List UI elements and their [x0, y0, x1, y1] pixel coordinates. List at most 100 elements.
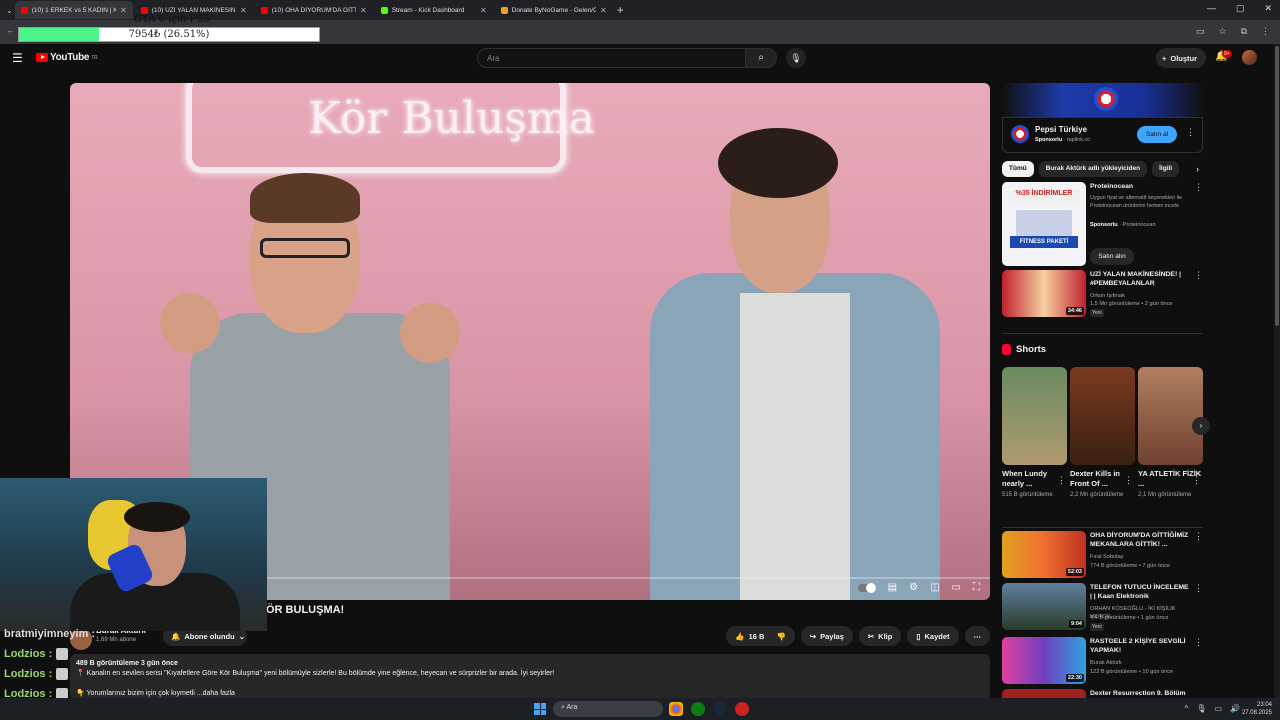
menu-hamburger-icon[interactable]: ☰	[12, 51, 23, 65]
divider	[1002, 333, 1203, 334]
steam-icon[interactable]	[713, 702, 727, 716]
minimize-button[interactable]: —	[1207, 3, 1216, 14]
more-actions-button[interactable]: ⋯	[964, 626, 990, 646]
more-options-icon[interactable]: ⋮	[1194, 182, 1203, 193]
windows-start-icon[interactable]	[534, 703, 546, 715]
search-button[interactable]: ⌕	[745, 48, 777, 68]
more-options-icon[interactable]: ⋮	[1194, 270, 1203, 281]
scrollbar-thumb[interactable]	[1275, 46, 1279, 326]
video-title: ÖR BULUŞMA!	[266, 604, 345, 616]
shorts-logo-icon	[1002, 344, 1011, 355]
close-window-button[interactable]: ✕	[1264, 3, 1272, 14]
maximize-button[interactable]: ▢	[1236, 3, 1245, 14]
promo-sponsored: Sponsorlu · Proteinocean	[1090, 222, 1156, 228]
extensions-icon[interactable]: ⧉	[1241, 26, 1247, 37]
xbox-icon[interactable]	[691, 702, 705, 716]
subtitles-icon[interactable]: ▤	[888, 582, 897, 593]
close-tab-icon[interactable]: ✕	[120, 6, 127, 15]
more-options-icon[interactable]: ⋮	[1194, 583, 1203, 594]
account-avatar[interactable]	[1242, 50, 1257, 65]
sidebar-video[interactable]: 52:03 OHA DİYORUM'DA GİTTİĞİMİZ MEKANLAR…	[1002, 531, 1203, 581]
close-tab-icon[interactable]: ✕	[600, 6, 607, 15]
ad-banner[interactable]	[1002, 83, 1203, 117]
theater-mode-icon[interactable]: ▭	[952, 582, 961, 593]
taskbar-apps	[669, 702, 749, 716]
bynogame-favicon-icon	[500, 6, 508, 14]
taskbar-search[interactable]: ⌕ Ara	[553, 701, 663, 717]
app-icon[interactable]	[735, 702, 749, 716]
shorts-next-button[interactable]: ›	[1192, 417, 1210, 435]
browser-tab[interactable]: Stream - Kick Dashboard ✕	[375, 1, 493, 19]
description-line: 📍 Kanalın en sevilen serisi "Kıyafetlere…	[76, 670, 555, 677]
advertiser-name[interactable]: Pepsi Türkiye	[1035, 125, 1087, 134]
chrome-icon[interactable]	[669, 702, 683, 716]
tab-search-icon[interactable]: ⌄	[6, 6, 13, 15]
autoplay-toggle[interactable]	[857, 582, 876, 593]
sidebar-video[interactable]: 34:46 UZİ YALAN MAKİNESİNDE! | #PEMBEYAL…	[1002, 270, 1203, 320]
microphone-icon: 🎙	[790, 53, 802, 63]
browser-tab[interactable]: (10) 1 ERKEK vs 5 KADIN | KIYAFE ✕	[14, 1, 133, 19]
more-options-icon[interactable]: ⋮	[1057, 475, 1066, 486]
browser-tab[interactable]: (10) OHA DİYORUM'DA GİTTİĞİ ✕	[255, 1, 373, 19]
short-thumbnail	[1138, 367, 1203, 465]
share-button[interactable]: ↪ Paylaş	[800, 626, 853, 646]
buy-button[interactable]: Satın al	[1137, 126, 1177, 143]
bookmark-icon: ▯	[916, 631, 921, 641]
youtube-logo[interactable]: YouTube TR	[36, 52, 98, 63]
more-options-icon[interactable]: ⋮	[1194, 637, 1203, 648]
close-tab-icon[interactable]: ✕	[360, 6, 367, 15]
save-button[interactable]: ▯ Kaydet	[907, 626, 959, 646]
plus-icon: +	[1162, 53, 1167, 63]
pepsi-logo	[1094, 87, 1118, 111]
like-button[interactable]: 👍 16 B 👎	[726, 626, 795, 646]
chip-related[interactable]: İlgili	[1152, 161, 1180, 177]
fullscreen-icon[interactable]: ⛶	[973, 582, 980, 593]
video-duration: 34:46	[1065, 307, 1084, 315]
chip-all[interactable]: Tümü	[1002, 161, 1034, 177]
browser-tab[interactable]: Donate ByNoGame - Gelen/Gid ✕	[495, 1, 613, 19]
video-channel: Fırat Sobutay	[1090, 554, 1124, 560]
new-tab-button[interactable]: +	[617, 3, 624, 17]
taskbar-clock[interactable]: 23:04 27.08.2025	[1242, 701, 1272, 717]
chevron-right-icon[interactable]: ›	[1196, 164, 1199, 174]
close-tab-icon[interactable]: ✕	[240, 6, 247, 15]
sidebar-video[interactable]: 22:30 RASTGELE 2 KİŞİYE SEVGİLİ YAPMAK! …	[1002, 637, 1203, 687]
sidebar-video[interactable]: 9:04 TELEFON TUTUCU İNCELEME | | Kaan El…	[1002, 583, 1203, 633]
search-input[interactable]: Ara	[477, 48, 746, 68]
stream-chat: bratmiyimneyim : Lodzios : Lodzios : Lod…	[4, 624, 95, 704]
chevron-up-icon[interactable]: ^	[1185, 704, 1189, 713]
windows-taskbar: ⌕ Ara ^ 🎙 ▭ 🔊 23:04 27.08.2025	[0, 698, 1280, 720]
video-title: OHA DİYORUM'DA GİTTİĞİMİZ MEKANLARA GİTT…	[1090, 532, 1189, 548]
voice-search-button[interactable]: 🎙	[786, 48, 806, 68]
settings-gear-icon[interactable]: ⚙	[909, 582, 918, 593]
more-options-icon[interactable]: ⋮	[1124, 475, 1133, 486]
chip-from-uploader[interactable]: Burak Aktürk adlı yükleyiciden	[1038, 161, 1148, 177]
more-options-icon[interactable]: ⋮	[1186, 127, 1195, 138]
chat-message: Lodzios :	[4, 644, 95, 664]
system-tray: ^ 🎙 ▭ 🔊	[1185, 704, 1240, 713]
emote-icon	[56, 668, 69, 680]
thumbs-down-icon[interactable]: 👎	[776, 632, 785, 641]
promo-ad[interactable]: %35 İNDİRİMLER FITNESS PAKETİ Proteinoce…	[1002, 182, 1203, 268]
video-title: Dexter Resurrection 9. Bölüm	[1090, 690, 1186, 697]
video-actions: 👍 16 B 👎 ↪ Paylaş ✂ Klip ▯ Kaydet ⋯	[726, 626, 990, 646]
bookmark-star-icon[interactable]: ☆	[1218, 26, 1226, 37]
cast-icon[interactable]: ▭	[1196, 26, 1205, 37]
description-box[interactable]: 489 B görüntüleme 3 gün önce 📍 Kanalın e…	[70, 654, 990, 700]
promo-description: Uygun fiyat ve alternatif seçenekleri il…	[1090, 195, 1182, 209]
network-icon[interactable]: ▭	[1214, 704, 1222, 713]
miniplayer-icon[interactable]: ◫	[930, 582, 939, 593]
menu-dots-icon[interactable]: ⋮	[1261, 26, 1270, 37]
back-icon[interactable]: ←	[6, 25, 15, 35]
subscriber-count: 1,69 Mn abone	[96, 637, 137, 643]
youtube-play-icon	[36, 53, 48, 62]
video-meta: 1,5 Mn görüntüleme • 2 gün önce	[1090, 301, 1173, 307]
promo-buy-button[interactable]: Satın alın	[1090, 248, 1134, 265]
create-button[interactable]: + Oluştur	[1156, 48, 1206, 68]
volume-icon[interactable]: 🔊	[1230, 704, 1240, 713]
close-tab-icon[interactable]: ✕	[480, 6, 487, 15]
clip-button[interactable]: ✂ Klip	[858, 626, 902, 646]
more-options-icon[interactable]: ⋮	[1192, 475, 1201, 486]
more-options-icon[interactable]: ⋮	[1194, 531, 1203, 542]
microphone-icon[interactable]: 🎙	[1196, 704, 1206, 713]
